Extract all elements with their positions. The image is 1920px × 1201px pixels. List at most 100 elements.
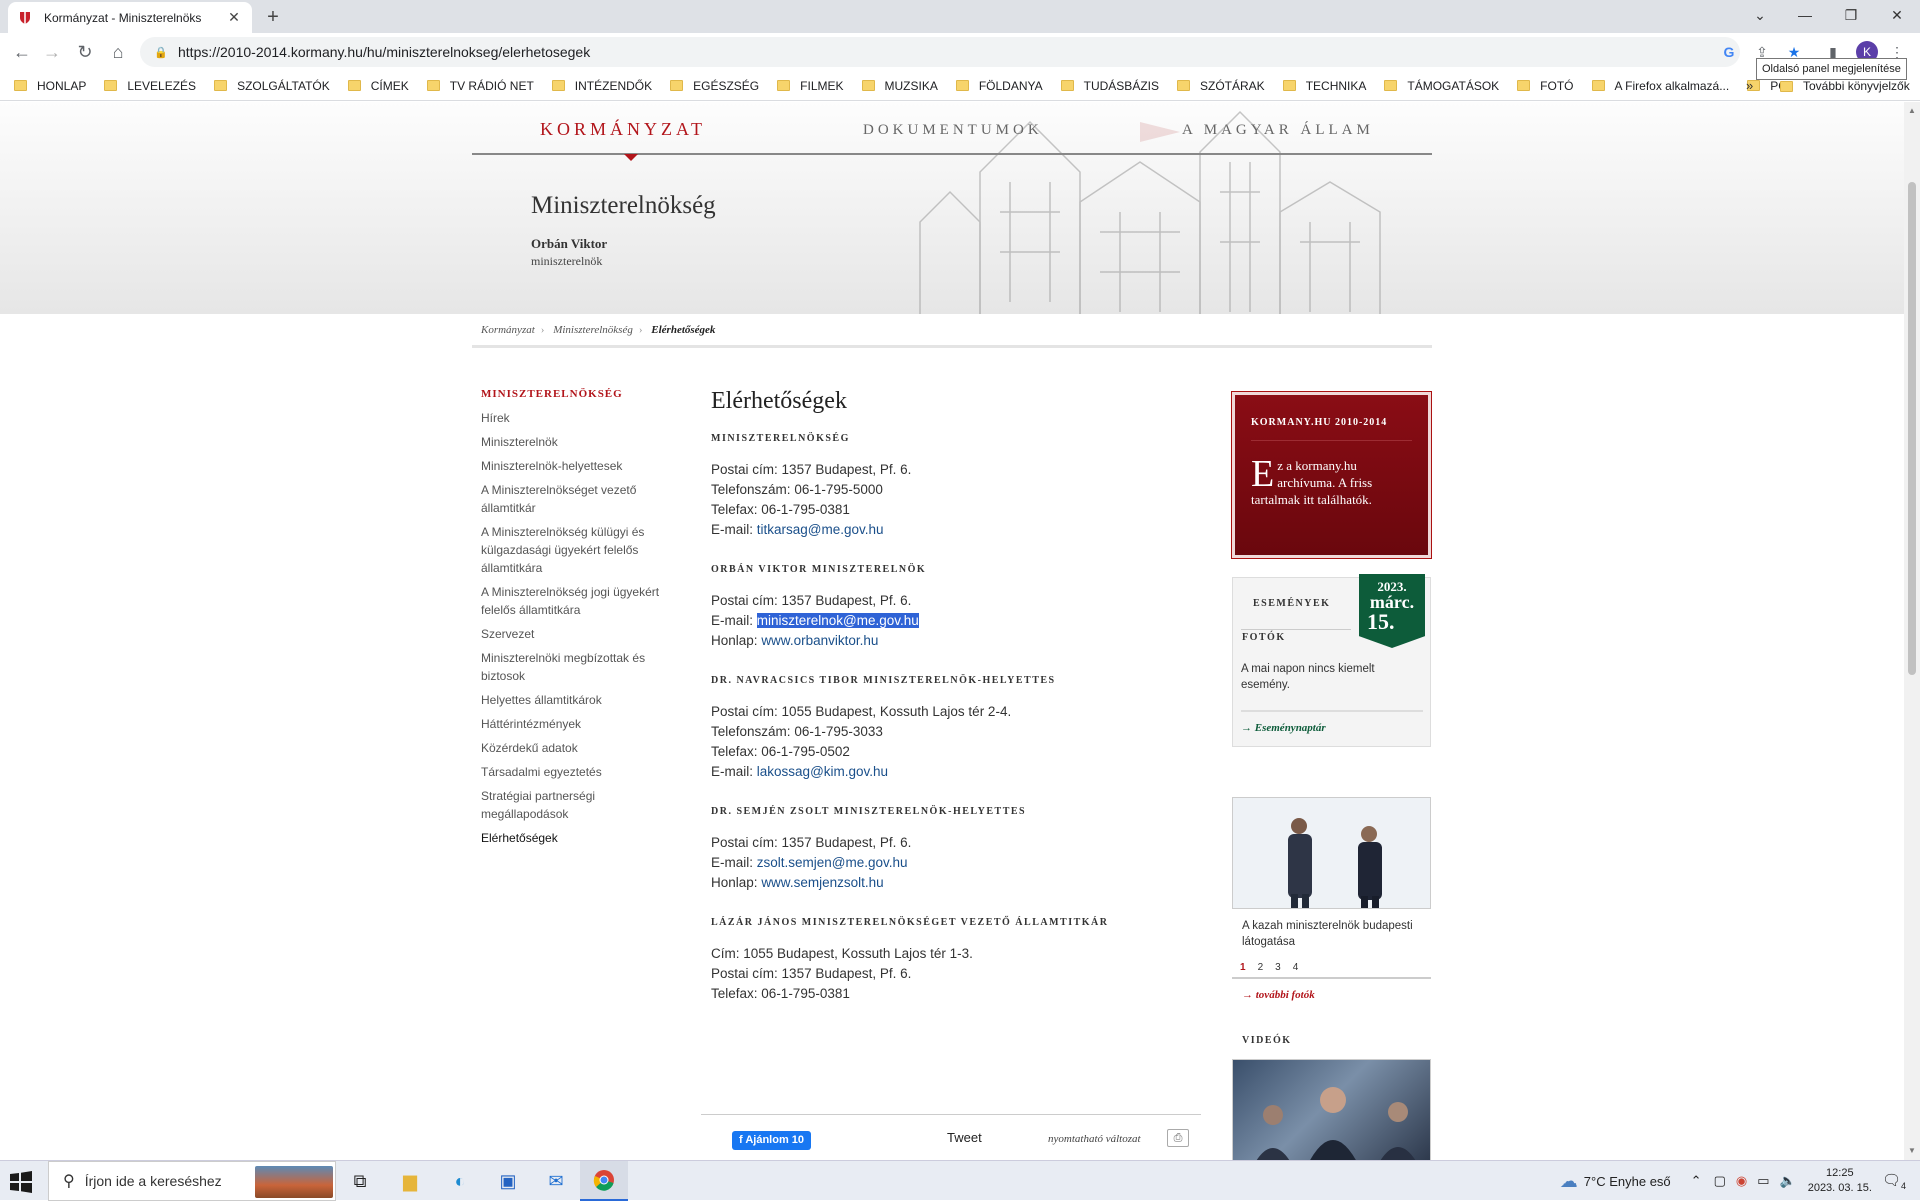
- more-bookmarks-icon[interactable]: »: [1746, 71, 1753, 101]
- pager-page[interactable]: 1: [1240, 962, 1246, 973]
- minimize-icon[interactable]: —: [1782, 0, 1828, 30]
- contact-line: Telefax: 06-1-795-0381: [711, 500, 1201, 520]
- event-calendar-link[interactable]: → Eseménynaptár: [1241, 710, 1423, 734]
- contact-link[interactable]: miniszterelnok@me.gov.hu: [756, 613, 919, 628]
- bookmark-item[interactable]: TUDÁSBÁZIS: [1060, 79, 1159, 93]
- bookmark-item[interactable]: EGÉSZSÉG: [670, 79, 759, 93]
- clock[interactable]: 12:25 2023. 03. 15.: [1808, 1166, 1872, 1196]
- contact-line: Telefax: 06-1-795-0381: [711, 984, 1201, 1004]
- sidebar-item[interactable]: Miniszterelnök: [481, 433, 671, 451]
- mail-icon[interactable]: ✉: [532, 1161, 580, 1201]
- contact-link[interactable]: www.semjenzsolt.hu: [761, 875, 883, 890]
- sidebar-item[interactable]: Miniszterelnöki megbízottak és biztosok: [481, 649, 671, 685]
- edge-icon[interactable]: ◐: [436, 1161, 484, 1201]
- sidebar-item[interactable]: A Miniszterelnökséget vezető államtitkár: [481, 481, 671, 517]
- pager-page[interactable]: 3: [1275, 962, 1281, 973]
- close-tab-icon[interactable]: ✕: [226, 9, 242, 26]
- bookmark-item[interactable]: A Firefox alkalmazá...: [1591, 79, 1729, 93]
- windows-start-icon[interactable]: [8, 1171, 34, 1193]
- tweet-button[interactable]: Tweet: [947, 1130, 982, 1145]
- new-tab-icon[interactable]: +: [260, 4, 286, 30]
- reload-icon[interactable]: ↻: [71, 38, 99, 66]
- bookmark-item[interactable]: SZÓTÁRAK: [1177, 79, 1265, 93]
- nav-kormanyzat[interactable]: KORMÁNYZAT: [540, 119, 706, 140]
- meet-icon[interactable]: ▢: [1714, 1173, 1726, 1189]
- contact-link[interactable]: lakossag@kim.gov.hu: [757, 764, 888, 779]
- photo-thumbnail[interactable]: [1232, 797, 1431, 909]
- photo-caption[interactable]: A kazah miniszterelnök budapesti látogat…: [1242, 918, 1422, 950]
- scroll-down-icon[interactable]: ▼: [1904, 1144, 1920, 1158]
- taskbar-search[interactable]: ⚲ Írjon ide a kereséshez: [48, 1161, 336, 1201]
- contact-link[interactable]: zsolt.semjen@me.gov.hu: [757, 855, 908, 870]
- close-window-icon[interactable]: ✕: [1874, 0, 1920, 30]
- sidebar-item[interactable]: Stratégiai partnerségi megállapodások: [481, 787, 671, 823]
- more-photos-link[interactable]: → további fotók: [1242, 989, 1315, 1001]
- contact-link[interactable]: titkarsag@me.gov.hu: [757, 522, 884, 537]
- page-title[interactable]: Miniszterelnökség: [531, 192, 716, 220]
- bookmark-item[interactable]: MUZSIKA: [861, 79, 938, 93]
- task-view-icon[interactable]: ⧉: [336, 1161, 384, 1201]
- sidebar-item[interactable]: Hírek: [481, 409, 671, 427]
- chrome-icon[interactable]: [580, 1161, 628, 1201]
- bookmark-item[interactable]: TÁMOGATÁSOK: [1384, 79, 1499, 93]
- search-placeholder: Írjon ide a kereséshez: [84, 1173, 222, 1189]
- bookmark-item[interactable]: SZOLGÁLTATÓK: [214, 79, 330, 93]
- forward-icon[interactable]: →: [38, 38, 66, 66]
- folder-icon: [861, 80, 875, 91]
- store-icon[interactable]: ▣: [484, 1161, 532, 1201]
- breadcrumb-item[interactable]: Miniszterelnökség: [553, 324, 633, 336]
- nav-magyar-allam[interactable]: A MAGYAR ÁLLAM: [1182, 122, 1374, 139]
- file-explorer-icon[interactable]: ▆: [386, 1161, 434, 1201]
- sidebar-item[interactable]: Helyettes államtitkárok: [481, 691, 671, 709]
- bookmark-item[interactable]: CÍMEK: [347, 79, 409, 93]
- page-scrollbar[interactable]: ▲ ▼: [1904, 102, 1920, 1160]
- sidebar-heading[interactable]: MINISZTERELNÖKSÉG: [481, 388, 671, 400]
- breadcrumb-item[interactable]: Kormányzat: [481, 324, 535, 336]
- pager-page[interactable]: 2: [1258, 962, 1264, 973]
- bookmark-item[interactable]: FILMEK: [777, 79, 844, 93]
- nav-dokumentumok[interactable]: DOKUMENTUMOK: [863, 122, 1043, 139]
- bookmark-item[interactable]: HONLAP: [14, 79, 86, 93]
- restore-icon[interactable]: ❐: [1828, 0, 1874, 30]
- sidebar-item[interactable]: A Miniszterelnökség jogi ügyekért felelő…: [481, 583, 671, 619]
- video-thumbnail[interactable]: [1232, 1059, 1431, 1160]
- contact-section: MINISZTERELNÖKSÉG Postai cím: 1357 Budape…: [711, 433, 1201, 540]
- bookmark-item[interactable]: LEVELEZÉS: [104, 79, 196, 93]
- bookmark-item[interactable]: FOTÓ: [1517, 79, 1574, 93]
- bookmark-item[interactable]: TECHNIKA: [1282, 79, 1366, 93]
- photos-heading: FOTÓK: [1242, 632, 1286, 643]
- back-icon[interactable]: ←: [8, 38, 36, 66]
- contact-label: Postai cím:: [711, 593, 778, 608]
- sidebar-item[interactable]: Társadalmi egyeztetés: [481, 763, 671, 781]
- bookmark-item[interactable]: INTÉZENDŐK: [551, 79, 652, 93]
- weather-text[interactable]: 7°C Enyhe eső: [1584, 1174, 1671, 1189]
- notifications-icon[interactable]: 🗨4: [1882, 1171, 1906, 1191]
- pager-page[interactable]: 4: [1293, 962, 1299, 973]
- printer-icon[interactable]: ⎙: [1167, 1129, 1189, 1147]
- print-version-link[interactable]: nyomtatható változat: [1048, 1133, 1141, 1145]
- sidebar-item[interactable]: A Miniszterelnökség külügyi és külgazdas…: [481, 523, 671, 577]
- sidebar-item[interactable]: Elérhetőségek: [481, 829, 671, 847]
- sidebar-item[interactable]: Szervezet: [481, 625, 671, 643]
- antivirus-icon[interactable]: ◉: [1736, 1173, 1747, 1189]
- contact-link[interactable]: www.orbanviktor.hu: [761, 633, 878, 648]
- bookmark-item[interactable]: FÖLDANYA: [955, 79, 1043, 93]
- contact-line: E-mail: titkarsag@me.gov.hu: [711, 520, 1201, 540]
- sidebar-item[interactable]: Háttérintézmények: [481, 715, 671, 733]
- volume-icon[interactable]: 🔈: [1780, 1173, 1796, 1189]
- browser-tab[interactable]: Kormányzat - Miniszterelnöks ✕: [8, 2, 252, 33]
- tray-chevron-icon[interactable]: ⌃: [1691, 1173, 1702, 1189]
- archive-notice[interactable]: KORMANY.HU 2010-2014 Ez a kormany.hu arc…: [1231, 391, 1432, 559]
- bookmark-item[interactable]: TV RÁDIÓ NET: [426, 79, 534, 93]
- cloud-rain-icon[interactable]: ☁: [1560, 1171, 1578, 1192]
- sidebar-item[interactable]: Közérdekű adatok: [481, 739, 671, 757]
- address-bar[interactable]: 🔒 https://2010-2014.kormany.hu/hu/minisz…: [140, 37, 1740, 67]
- home-icon[interactable]: ⌂: [104, 38, 132, 66]
- tab-search-icon[interactable]: ⌄: [1737, 0, 1783, 30]
- scrollbar-thumb[interactable]: [1908, 182, 1916, 675]
- scroll-up-icon[interactable]: ▲: [1904, 104, 1920, 118]
- sidebar-item[interactable]: Miniszterelnök-helyettesek: [481, 457, 671, 475]
- network-icon[interactable]: ▭: [1757, 1173, 1769, 1189]
- facebook-like-button[interactable]: f Ajánlom 10: [732, 1131, 812, 1150]
- google-translate-icon[interactable]: G: [1718, 41, 1740, 63]
